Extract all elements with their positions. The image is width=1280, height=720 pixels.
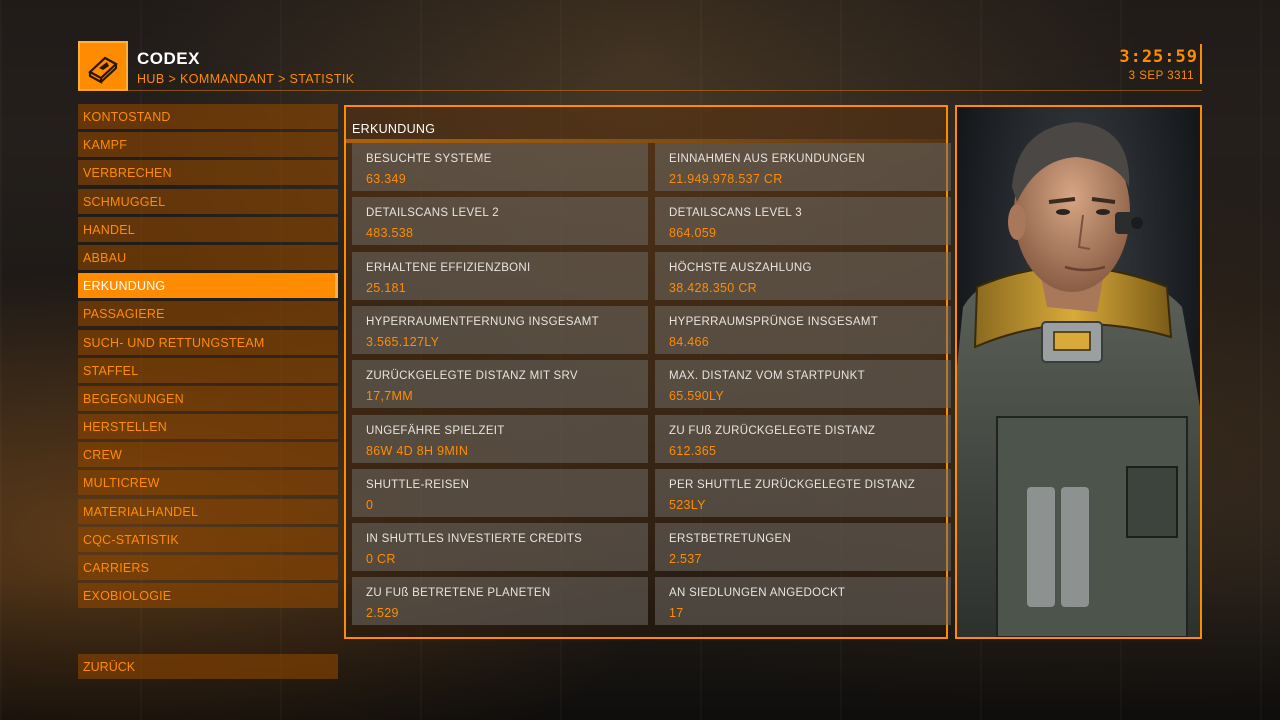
stat-value: 2.529 bbox=[366, 606, 399, 621]
sidebar-item-such-und-rettungsteam[interactable]: SUCH- UND RETTUNGSTEAM bbox=[78, 329, 338, 355]
back-button[interactable]: ZURÜCK bbox=[78, 654, 338, 679]
stat-cell: UNGEFÄHRE SPIELZEIT 86W 4D 8H 9MIN bbox=[352, 414, 648, 463]
sidebar-item-begegnungen[interactable]: BEGEGNUNGEN bbox=[78, 385, 338, 411]
stat-label: HÖCHSTE AUSZAHLUNG bbox=[669, 261, 812, 274]
stat-value: 25.181 bbox=[366, 280, 407, 295]
sidebar-item-cqc-statistik[interactable]: CQC-STATISTIK bbox=[78, 526, 338, 552]
stat-value: 612.365 bbox=[669, 443, 717, 458]
stat-value: 84.466 bbox=[669, 334, 710, 349]
sidebar-item-verbrechen[interactable]: VERBRECHEN bbox=[78, 160, 338, 186]
stat-value: 483.538 bbox=[366, 226, 414, 241]
stat-cell: ERSTBETRETUNGEN 2.537 bbox=[655, 523, 951, 572]
stat-cell: DETAILSCANS LEVEL 3 864.059 bbox=[655, 197, 951, 246]
stat-value: 0 CR bbox=[366, 552, 396, 567]
sidebar-item-kontostand[interactable]: KONTOSTAND bbox=[78, 104, 338, 129]
sidebar-item-herstellen[interactable]: HERSTELLEN bbox=[78, 414, 338, 440]
sidebar-item-crew[interactable]: CREW bbox=[78, 442, 338, 468]
codex-book-icon bbox=[78, 41, 128, 91]
stat-cell: IN SHUTTLES INVESTIERTE CREDITS 0 CR bbox=[352, 523, 648, 572]
stat-cell: DETAILSCANS LEVEL 2 483.538 bbox=[352, 197, 648, 246]
sidebar-item-exobiologie[interactable]: EXOBIOLOGIE bbox=[78, 583, 338, 609]
stat-value: 2.537 bbox=[669, 552, 702, 567]
clock-divider bbox=[1200, 44, 1202, 84]
stat-cell: AN SIEDLUNGEN ANGEDOCKT 17 bbox=[655, 577, 951, 626]
sidebar-item-staffel[interactable]: STAFFEL bbox=[78, 357, 338, 383]
stat-value: 864.059 bbox=[669, 226, 717, 241]
stat-label: HYPERRAUMSPRÜNGE INSGESAMT bbox=[669, 315, 879, 328]
date: 3 SEP 3311 bbox=[1128, 70, 1194, 82]
sidebar-item-materialhandel[interactable]: MATERIALHANDEL bbox=[78, 498, 338, 524]
stat-label: UNGEFÄHRE SPIELZEIT bbox=[366, 424, 505, 437]
stat-cell: HÖCHSTE AUSZAHLUNG 38.428.350 CR bbox=[655, 251, 951, 300]
stat-value: 21.949.978.537 CR bbox=[669, 172, 783, 186]
stat-cell: PER SHUTTLE ZURÜCKGELEGTE DISTANZ 523LY bbox=[655, 468, 951, 517]
sidebar-item-erkundung[interactable]: ERKUNDUNG bbox=[78, 273, 338, 299]
sidebar-item-handel[interactable]: HANDEL bbox=[78, 216, 338, 242]
stat-label: HYPERRAUMENTFERNUNG INSGESAMT bbox=[366, 315, 599, 328]
stat-value: 63.349 bbox=[366, 172, 407, 186]
stat-label: IN SHUTTLES INVESTIERTE CREDITS bbox=[366, 533, 583, 546]
stat-label: ERSTBETRETUNGEN bbox=[669, 533, 792, 546]
clock: 3:25:59 bbox=[1119, 47, 1198, 67]
sidebar-item-passagiere[interactable]: PASSAGIERE bbox=[78, 301, 338, 327]
stat-cell: BESUCHTE SYSTEME 63.349 bbox=[352, 143, 648, 191]
stat-label: ERHALTENE EFFIZIENZBONI bbox=[366, 261, 531, 274]
sidebar-item-schmuggel[interactable]: SCHMUGGEL bbox=[78, 188, 338, 214]
breadcrumb: HUB > KOMMANDANT > STATISTIK bbox=[137, 72, 355, 86]
stat-cell: ZU FUß BETRETENE PLANETEN 2.529 bbox=[352, 577, 648, 626]
stat-label: ZU FUß BETRETENE PLANETEN bbox=[366, 587, 551, 600]
header-divider bbox=[78, 90, 1202, 91]
commander-portrait bbox=[955, 105, 1202, 639]
stat-label: EINNAHMEN AUS ERKUNDUNGEN bbox=[669, 153, 865, 165]
sidebar-item-abbau[interactable]: ABBAU bbox=[78, 244, 338, 270]
stat-cell: ERHALTENE EFFIZIENZBONI 25.181 bbox=[352, 251, 648, 300]
stat-label: DETAILSCANS LEVEL 2 bbox=[366, 207, 499, 220]
stat-value: 86W 4D 8H 9MIN bbox=[366, 443, 469, 458]
stat-label: AN SIEDLUNGEN ANGEDOCKT bbox=[669, 587, 846, 600]
sidebar-item-kampf[interactable]: KAMPF bbox=[78, 132, 338, 158]
stat-label: ZURÜCKGELEGTE DISTANZ MIT SRV bbox=[366, 370, 578, 383]
stat-cell: ZU FUß ZURÜCKGELEGTE DISTANZ 612.365 bbox=[655, 414, 951, 463]
page-title: CODEX bbox=[137, 49, 200, 68]
stat-label: PER SHUTTLE ZURÜCKGELEGTE DISTANZ bbox=[669, 478, 916, 491]
sidebar-item-multicrew[interactable]: MULTICREW bbox=[78, 470, 338, 496]
stat-label: SHUTTLE-REISEN bbox=[366, 478, 470, 491]
stat-label: ZU FUß ZURÜCKGELEGTE DISTANZ bbox=[669, 424, 876, 437]
stat-cell: ZURÜCKGELEGTE DISTANZ MIT SRV 17,7MM bbox=[352, 360, 648, 409]
stat-cell: HYPERRAUMSPRÜNGE INSGESAMT 84.466 bbox=[655, 305, 951, 354]
stat-value: 65.590LY bbox=[669, 389, 724, 404]
stat-value: 3.565.127LY bbox=[366, 334, 440, 349]
sidebar-item-carriers[interactable]: CARRIERS bbox=[78, 555, 338, 580]
stat-cell: SHUTTLE-REISEN 0 bbox=[352, 468, 648, 517]
stat-label: MAX. DISTANZ VOM STARTPUNKT bbox=[669, 370, 865, 383]
stat-cell: MAX. DISTANZ VOM STARTPUNKT 65.590LY bbox=[655, 360, 951, 409]
section-title: ERKUNDUNG bbox=[352, 122, 436, 136]
stat-label: DETAILSCANS LEVEL 3 bbox=[669, 207, 802, 220]
stat-value: 17,7MM bbox=[366, 389, 413, 404]
stat-value: 17 bbox=[669, 606, 684, 621]
stat-label: BESUCHTE SYSTEME bbox=[366, 153, 492, 165]
stat-cell: EINNAHMEN AUS ERKUNDUNGEN 21.949.978.537 … bbox=[655, 143, 951, 191]
stat-value: 0 bbox=[366, 497, 374, 512]
stat-value: 38.428.350 CR bbox=[669, 280, 757, 295]
stat-value: 523LY bbox=[669, 497, 706, 512]
stats-panel: ERKUNDUNG BESUCHTE SYSTEME 63.349 EINNAHME… bbox=[344, 105, 951, 639]
stat-cell: HYPERRAUMENTFERNUNG INSGESAMT 3.565.127LY bbox=[352, 305, 648, 354]
sidebar: KONTOSTAND KAMPF VERBRECHEN SCHMUGGEL HANDEL… bbox=[78, 104, 338, 611]
